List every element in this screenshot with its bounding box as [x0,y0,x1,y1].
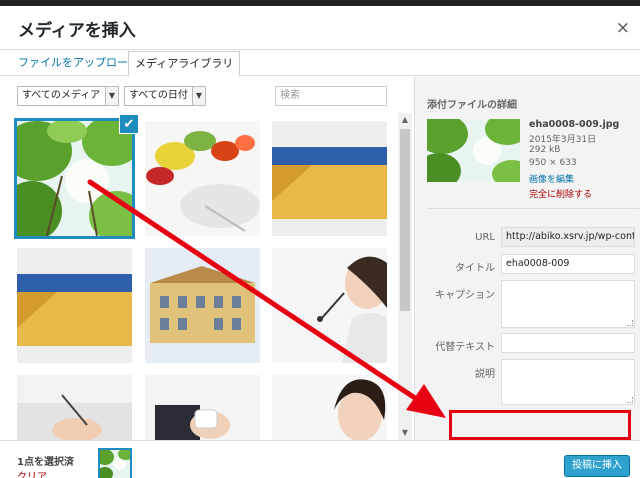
attachment-house-wall-blue-2[interactable] [17,248,132,363]
media-type-filter-value: すべてのメディア [22,90,101,101]
attachment-dimensions: 950 × 633 [529,158,577,168]
attachment-date: 2015年3月31日 [529,135,597,145]
caption-label: キャプション [435,290,495,301]
attachment-filename: eha0008-009.jpg [529,119,620,130]
selection-thumbnail[interactable] [98,448,132,478]
delete-permanently-link[interactable]: 完全に削除する [529,187,592,200]
insert-into-post-button[interactable]: 投稿に挿入 [564,455,630,477]
date-filter[interactable]: すべての日付 ▼ [124,86,206,106]
media-toolbar: 1点を選択済 クリア 投稿に挿入 [0,440,640,478]
chevron-down-icon: ▼ [192,87,205,105]
title-field[interactable]: eha0008-009 [501,254,635,274]
url-label: URL [475,232,495,243]
close-icon[interactable]: × [616,18,630,38]
resize-grip-icon[interactable] [627,397,633,403]
tab-media-library[interactable]: メディアライブラリ [128,51,241,76]
attachment-forest-canopy[interactable] [17,121,132,236]
search-input[interactable]: 検索 [275,86,387,106]
media-type-filter[interactable]: すべてのメディア ▼ [17,86,119,106]
resize-grip-icon[interactable] [627,320,633,326]
edit-image-link[interactable]: 画像を編集 [529,172,574,185]
attachment-headset-woman[interactable] [272,248,387,363]
modal-tabs: ファイルをアップロード メディアライブラリ [0,50,640,76]
annotation-highlight-box [449,410,631,440]
alt-text-field[interactable] [501,333,635,353]
sidebar-divider [427,208,639,209]
attachment-coffee-cup[interactable] [145,375,260,440]
caption-field[interactable] [501,280,635,328]
attachment-house-wall-blue[interactable] [272,121,387,236]
attachment-vegetables-plate[interactable] [145,121,260,236]
grid-scrollbar[interactable]: ▲ ▼ [398,113,412,440]
scroll-up-icon[interactable]: ▲ [398,113,412,127]
modal-title: メディアを挿入 [18,21,136,41]
clear-selection-link[interactable]: クリア [17,468,47,478]
modal-header: メディアを挿入 × [0,6,640,50]
attachment-details-heading: 添付ファイルの詳細 [427,100,517,111]
attachment-woman-portrait[interactable] [272,375,387,440]
selected-check-icon[interactable]: ✔ [119,114,139,134]
scrollbar-thumb[interactable] [400,129,410,311]
chevron-down-icon: ▼ [105,87,118,105]
url-field[interactable]: http://abiko.xsrv.jp/wp-cont [501,227,635,247]
selection-count: 1点を選択済 [17,457,74,468]
scroll-down-icon[interactable]: ▼ [398,426,412,440]
alt-text-label: 代替テキスト [435,342,495,353]
description-field[interactable] [501,359,635,405]
attachment-hands-pen[interactable] [17,375,132,440]
attachment-yellow-building[interactable] [145,248,260,363]
description-label: 説明 [475,369,495,380]
attachment-details-thumbnail [427,119,520,182]
attachment-filesize: 292 kB [529,145,561,155]
title-label: タイトル [455,263,495,274]
date-filter-value: すべての日付 [129,90,188,101]
attachment-details-sidebar: 添付ファイルの詳細 eha0008-009.jpg 2015年3月31日 292… [414,77,640,440]
tab-upload-files[interactable]: ファイルをアップロード [12,51,145,76]
